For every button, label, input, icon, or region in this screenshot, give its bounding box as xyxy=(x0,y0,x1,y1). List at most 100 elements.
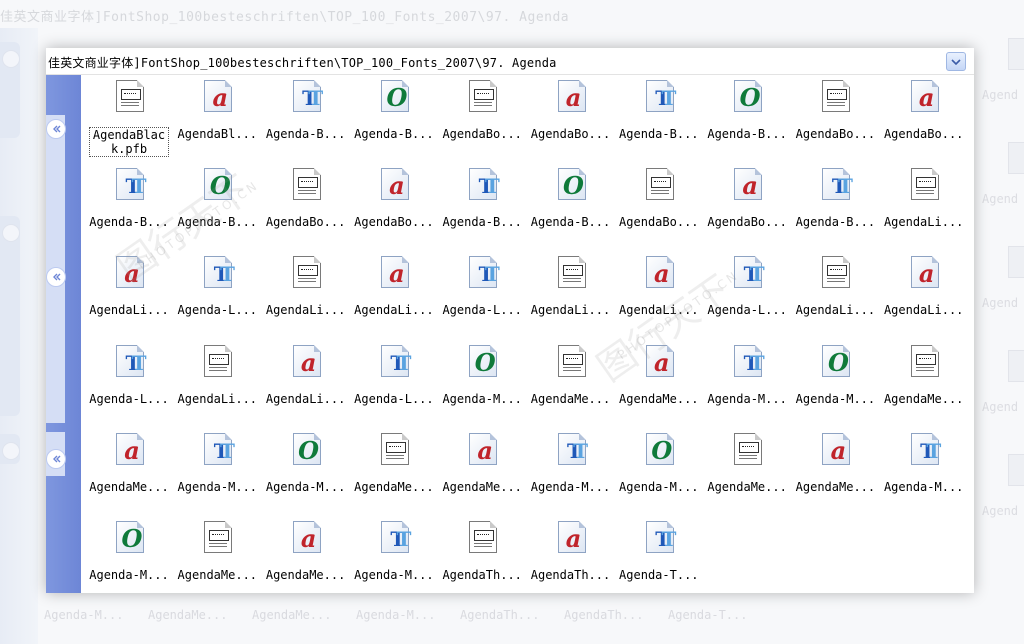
file-label: AgendaBl... xyxy=(177,127,258,141)
font-file-item[interactable]: O Agenda-M... xyxy=(438,344,526,424)
font-file-item[interactable]: a AgendaMe... xyxy=(615,344,703,424)
type1-font-file-icon xyxy=(910,344,939,377)
file-label: AgendaMe... xyxy=(442,479,522,494)
font-file-item[interactable]: a AgendaLi... xyxy=(85,255,173,335)
font-file-item[interactable]: O Agenda-M... xyxy=(791,344,879,424)
opentype-font-file-icon: a xyxy=(822,432,851,465)
collapse-chevron-icon[interactable] xyxy=(46,449,66,469)
type1-font-file-icon xyxy=(380,432,409,465)
font-file-item[interactable]: AgendaMe... xyxy=(527,344,615,424)
address-bar[interactable]: 佳英文商业字体]FontShop_100besteschriften\TOP_1… xyxy=(46,48,974,75)
font-file-item[interactable]: AgendaLi... xyxy=(880,167,968,247)
font-file-item[interactable]: AgendaBo... xyxy=(615,167,703,247)
file-icon: TT xyxy=(467,167,500,201)
file-label: AgendaBo... xyxy=(442,127,522,141)
file-label: AgendaMe... xyxy=(89,479,169,494)
font-file-item[interactable]: AgendaMe... xyxy=(173,520,261,600)
font-file-item[interactable]: a AgendaMe... xyxy=(438,432,526,512)
font-file-item[interactable]: a AgendaMe... xyxy=(85,432,173,512)
font-file-item[interactable]: a AgendaBo... xyxy=(880,79,968,159)
font-file-item[interactable]: TT Agenda-B... xyxy=(262,79,350,159)
font-file-item[interactable]: AgendaBo... xyxy=(791,79,879,159)
background-task-card xyxy=(0,216,20,416)
background-file-label: AgendaTh... xyxy=(564,608,644,622)
file-icon: a xyxy=(202,79,234,113)
font-file-item[interactable]: TT Agenda-M... xyxy=(527,432,615,512)
font-file-item[interactable]: AgendaLi... xyxy=(262,255,350,335)
font-file-item[interactable]: TT Agenda-M... xyxy=(350,520,438,600)
font-file-item[interactable]: AgendaBlack.pfb xyxy=(85,79,173,159)
font-file-item[interactable]: TT Agenda-T... xyxy=(615,520,703,600)
address-path[interactable]: 佳英文商业字体]FontShop_100besteschriften\TOP_1… xyxy=(48,54,557,71)
opentype-font-file-icon: a xyxy=(380,256,409,289)
font-file-item[interactable]: O Agenda-B... xyxy=(703,79,791,159)
font-file-item[interactable]: O Agenda-B... xyxy=(350,79,438,159)
font-file-item[interactable]: AgendaMe... xyxy=(703,432,791,512)
background-task-pane xyxy=(0,28,38,644)
font-file-item[interactable]: a AgendaLi... xyxy=(615,255,703,335)
truetype-font-file-icon: TT xyxy=(734,344,765,377)
font-file-item[interactable]: TT Agenda-L... xyxy=(85,344,173,424)
font-file-item[interactable]: a AgendaTh... xyxy=(527,520,615,600)
task-panel xyxy=(46,263,65,423)
font-file-item[interactable]: AgendaBo... xyxy=(438,79,526,159)
font-file-item[interactable]: TT Agenda-B... xyxy=(615,79,703,159)
font-file-item[interactable]: O Agenda-B... xyxy=(527,167,615,247)
file-icon: TT xyxy=(291,79,323,113)
font-file-item[interactable]: TT Agenda-L... xyxy=(438,255,526,335)
file-icon: O xyxy=(291,432,323,466)
file-icon: a xyxy=(467,432,499,466)
opentype-o-font-file-icon: O xyxy=(822,344,851,377)
font-file-item[interactable]: TT Agenda-L... xyxy=(173,255,261,335)
font-file-item[interactable]: AgendaLi... xyxy=(791,255,879,335)
address-dropdown-button[interactable] xyxy=(946,52,966,71)
collapse-chevron-icon[interactable] xyxy=(46,119,66,139)
font-file-item[interactable]: TT Agenda-M... xyxy=(703,344,791,424)
background-file-icon xyxy=(1008,350,1024,382)
font-file-item[interactable]: a AgendaBl... xyxy=(173,79,261,159)
file-label: AgendaLi... xyxy=(354,303,434,318)
background-file-icon xyxy=(1008,38,1024,70)
font-file-item[interactable]: TT Agenda-B... xyxy=(791,167,879,247)
font-file-item[interactable]: TT Agenda-B... xyxy=(85,167,173,247)
font-file-item[interactable]: a AgendaMe... xyxy=(791,432,879,512)
font-file-item[interactable]: TT Agenda-M... xyxy=(880,432,968,512)
font-file-item[interactable]: TT Agenda-L... xyxy=(350,344,438,424)
font-file-item[interactable]: a AgendaLi... xyxy=(880,255,968,335)
file-icon: TT xyxy=(202,432,235,466)
font-file-item[interactable]: a AgendaBo... xyxy=(350,167,438,247)
font-file-item[interactable]: a AgendaBo... xyxy=(703,167,791,247)
file-icon: O xyxy=(556,167,588,201)
background-file-label: AgendaTh... xyxy=(460,608,540,622)
font-file-item[interactable]: TT Agenda-L... xyxy=(703,255,791,335)
font-file-item[interactable]: AgendaMe... xyxy=(880,344,968,424)
font-file-item[interactable]: AgendaLi... xyxy=(527,255,615,335)
font-file-item[interactable]: a AgendaBo... xyxy=(527,79,615,159)
font-file-item[interactable]: a AgendaMe... xyxy=(262,520,350,600)
font-file-item[interactable]: AgendaTh... xyxy=(438,520,526,600)
type1-font-file-icon xyxy=(469,521,498,553)
font-file-item[interactable]: AgendaLi... xyxy=(173,344,261,424)
file-icon: TT xyxy=(114,167,146,201)
font-file-item[interactable]: TT Agenda-M... xyxy=(173,432,261,512)
file-label: Agenda-L... xyxy=(177,303,258,318)
font-file-item[interactable]: O Agenda-M... xyxy=(262,432,350,512)
file-label: AgendaLi... xyxy=(883,303,964,318)
file-icon: TT xyxy=(556,432,588,466)
type1-font-file-icon xyxy=(910,168,939,201)
background-window-title: 佳英文商业字体]FontShop_100besteschriften\TOP_1… xyxy=(0,10,570,25)
font-file-item[interactable]: a AgendaLi... xyxy=(350,255,438,335)
font-file-item[interactable]: O Agenda-M... xyxy=(85,520,173,600)
file-label: Agenda-B... xyxy=(89,215,169,230)
font-file-item[interactable]: O Agenda-B... xyxy=(173,167,261,247)
file-label: Agenda-L... xyxy=(442,303,522,318)
font-file-item[interactable]: a AgendaLi... xyxy=(262,344,350,424)
file-label: Agenda-M... xyxy=(89,568,169,582)
file-label: Agenda-L... xyxy=(89,391,169,406)
collapse-chevron-icon[interactable] xyxy=(46,267,66,287)
font-file-item[interactable]: O Agenda-M... xyxy=(615,432,703,512)
font-file-item[interactable]: AgendaMe... xyxy=(350,432,438,512)
font-file-item[interactable]: AgendaBo... xyxy=(262,167,350,247)
font-file-item[interactable]: TT Agenda-B... xyxy=(438,167,526,247)
file-label: Agenda-B... xyxy=(530,215,611,230)
